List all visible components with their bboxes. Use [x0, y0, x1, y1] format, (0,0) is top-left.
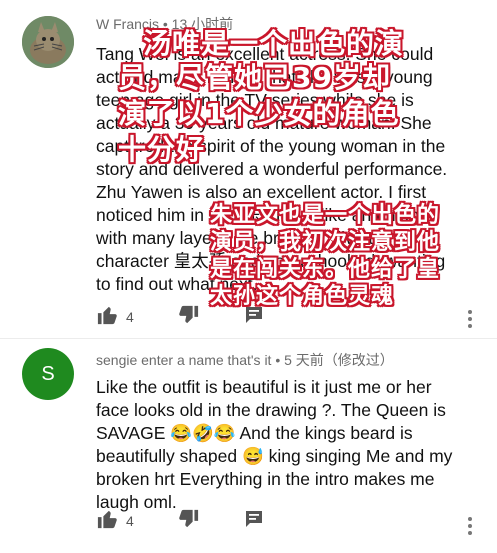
overlay-caption-line: 十分好 [118, 133, 206, 166]
avatar[interactable]: S [22, 348, 74, 400]
overlay-caption-line: 太孙这个角色灵魂 [210, 284, 395, 309]
more-icon[interactable] [468, 310, 474, 328]
comment-meta: sengie enter a name that's it • 5 天前（修改过… [96, 350, 394, 370]
like-count: 4 [126, 513, 134, 529]
comment-actions: 4 [96, 507, 264, 535]
like-icon[interactable] [96, 305, 118, 330]
like-icon[interactable] [96, 509, 118, 534]
dislike-icon[interactable] [178, 509, 200, 534]
reply-icon[interactable] [244, 509, 264, 534]
author-name[interactable]: sengie enter a name that's it [96, 352, 271, 368]
avatar[interactable] [22, 16, 74, 68]
timestamp[interactable]: • 5 天前（修改过） [271, 352, 393, 368]
comment-text: Like the outfit is beautiful is it just … [96, 377, 453, 512]
comment-2: S sengie enter a name that's it • 5 天前（修… [0, 338, 497, 553]
overlay-caption-line: 演了以1个少女的角色 [118, 97, 400, 130]
cat-avatar-image [22, 16, 74, 68]
more-icon[interactable] [468, 517, 474, 535]
dislike-icon[interactable] [178, 305, 200, 330]
overlay-caption-line: 员，尽管她已39岁却 [118, 61, 391, 94]
avatar-letter: S [41, 362, 55, 385]
like-count: 4 [126, 309, 134, 325]
